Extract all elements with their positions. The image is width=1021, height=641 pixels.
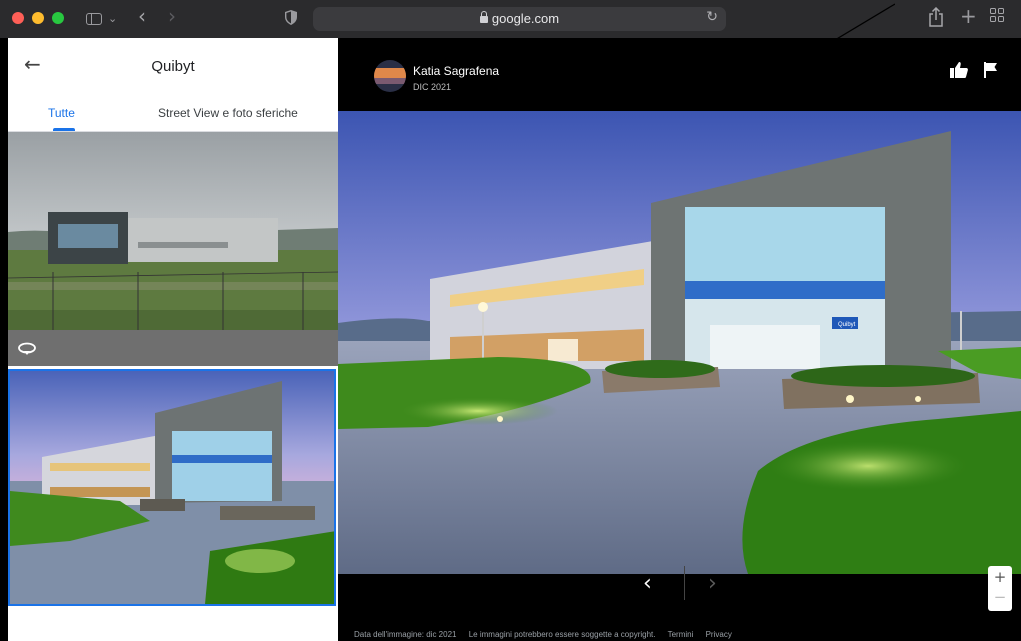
annotation-line: [835, 3, 895, 40]
panel-header: ← Quibyt: [8, 38, 338, 92]
main-photo[interactable]: Quibyt: [338, 111, 1021, 574]
shield-icon[interactable]: [285, 10, 297, 25]
viewer-footer: Data dell'immagine: dic 2021 Le immagini…: [354, 630, 742, 639]
next-photo-button[interactable]: ›: [708, 571, 717, 596]
terms-link[interactable]: Termini: [668, 630, 694, 639]
tab-street-view[interactable]: Street View e foto sferiche: [158, 106, 298, 120]
zoom-in-button[interactable]: +: [988, 568, 1012, 586]
minimize-window-button[interactable]: [32, 12, 44, 24]
url-text: google.com: [313, 11, 726, 26]
flag-icon[interactable]: [984, 62, 998, 78]
copyright-text: Le immagini potrebbero essere soggette a…: [468, 630, 656, 639]
previous-photo-button[interactable]: ‹: [643, 571, 652, 596]
forward-icon[interactable]: ›: [168, 6, 176, 26]
nav-divider: [684, 566, 685, 600]
street-view-thumbnail[interactable]: [8, 132, 338, 366]
address-bar[interactable]: google.com ↻: [313, 7, 726, 31]
thumbs-up-icon[interactable]: [949, 60, 969, 80]
building-sign: Quibyt: [838, 322, 856, 328]
plus-icon[interactable]: +: [960, 6, 977, 26]
share-icon[interactable]: [928, 7, 944, 27]
photo-thumbnail-selected[interactable]: [8, 369, 336, 606]
360-icon: [18, 342, 36, 355]
lock-icon: [479, 11, 488, 23]
zoom-window-button[interactable]: [52, 12, 64, 24]
back-icon[interactable]: ‹: [138, 6, 146, 26]
avatar[interactable]: [374, 60, 406, 92]
tabs-grid-icon[interactable]: [990, 8, 1004, 22]
active-tab-indicator: [53, 128, 75, 131]
tab-all[interactable]: Tutte: [48, 106, 75, 120]
photo-date: DIC 2021: [413, 82, 452, 92]
browser-window: ⌄ ‹ › google.com ↻ + ← Quibyt Tutte Stre…: [0, 0, 1021, 641]
zoom-out-button[interactable]: −: [988, 588, 1012, 606]
photos-panel: ← Quibyt Tutte Street View e foto sferic…: [8, 38, 338, 641]
reload-icon[interactable]: ↻: [706, 9, 718, 25]
close-window-button[interactable]: [12, 12, 24, 24]
sidebar-icon[interactable]: [86, 13, 102, 25]
author-name[interactable]: Katia Sagrafena: [413, 64, 499, 78]
zoom-control: + −: [988, 566, 1012, 611]
image-date-text: Data dell'immagine: dic 2021: [354, 630, 457, 639]
panel-title: Quibyt: [151, 58, 195, 75]
photo-tabs: Tutte Street View e foto sferiche: [8, 92, 338, 132]
photo-viewer: Katia Sagrafena DIC 2021 Quibyt ‹ › + − …: [338, 38, 1021, 641]
privacy-link[interactable]: Privacy: [706, 630, 732, 639]
chevron-down-icon[interactable]: ⌄: [108, 9, 117, 29]
